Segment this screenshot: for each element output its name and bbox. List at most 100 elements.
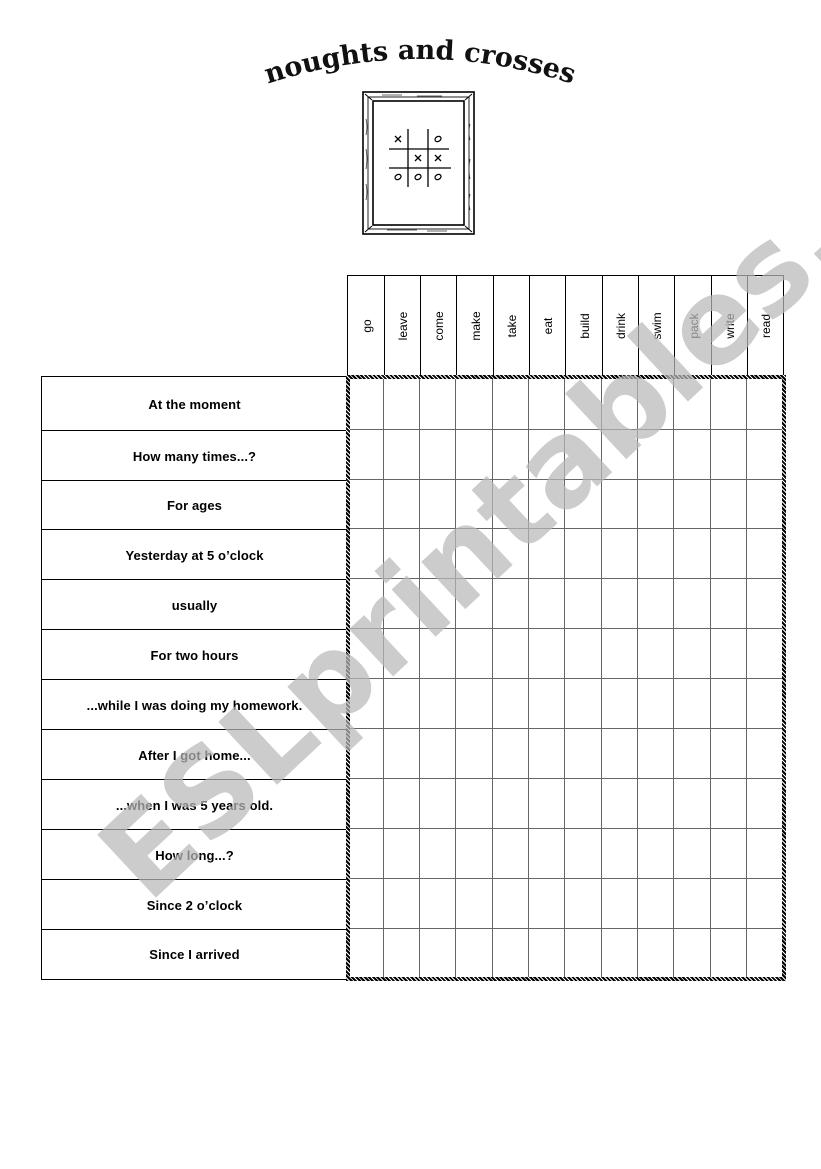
answer-cell[interactable] — [711, 729, 747, 779]
answer-cell[interactable] — [493, 729, 529, 779]
answer-cell[interactable] — [420, 679, 456, 729]
answer-cell[interactable] — [529, 779, 565, 829]
answer-cell[interactable] — [493, 529, 529, 579]
answer-cell[interactable] — [347, 729, 384, 779]
answer-cell[interactable] — [602, 929, 638, 979]
answer-cell[interactable] — [529, 529, 565, 579]
answer-cell[interactable] — [456, 629, 493, 679]
answer-cell[interactable] — [420, 480, 456, 529]
answer-cell[interactable] — [565, 376, 602, 430]
answer-cell[interactable] — [565, 579, 602, 629]
answer-cell[interactable] — [674, 376, 711, 430]
answer-cell[interactable] — [347, 579, 384, 629]
answer-cell[interactable] — [347, 829, 384, 879]
answer-cell[interactable] — [347, 480, 384, 529]
answer-cell[interactable] — [638, 430, 674, 480]
answer-cell[interactable] — [674, 729, 711, 779]
answer-cell[interactable] — [493, 679, 529, 729]
answer-cell[interactable] — [711, 376, 747, 430]
answer-cell[interactable] — [420, 729, 456, 779]
answer-cell[interactable] — [384, 376, 420, 430]
answer-cell[interactable] — [602, 480, 638, 529]
answer-cell[interactable] — [747, 579, 783, 629]
answer-cell[interactable] — [347, 779, 384, 829]
answer-cell[interactable] — [529, 376, 565, 430]
answer-cell[interactable] — [456, 829, 493, 879]
answer-cell[interactable] — [711, 829, 747, 879]
answer-cell[interactable] — [674, 929, 711, 979]
answer-cell[interactable] — [747, 430, 783, 480]
answer-cell[interactable] — [711, 629, 747, 679]
answer-cell[interactable] — [493, 879, 529, 929]
answer-cell[interactable] — [493, 376, 529, 430]
answer-cell[interactable] — [711, 529, 747, 579]
answer-cell[interactable] — [638, 679, 674, 729]
answer-cell[interactable] — [602, 376, 638, 430]
answer-cell[interactable] — [493, 430, 529, 480]
answer-cell[interactable] — [747, 829, 783, 879]
answer-cell[interactable] — [493, 480, 529, 529]
answer-cell[interactable] — [674, 480, 711, 529]
answer-cell[interactable] — [529, 679, 565, 729]
answer-cell[interactable] — [711, 879, 747, 929]
answer-cell[interactable] — [456, 729, 493, 779]
answer-cell[interactable] — [565, 729, 602, 779]
answer-cell[interactable] — [529, 929, 565, 979]
answer-cell[interactable] — [384, 480, 420, 529]
answer-cell[interactable] — [602, 529, 638, 579]
answer-cell[interactable] — [347, 679, 384, 729]
answer-cell[interactable] — [602, 579, 638, 629]
answer-cell[interactable] — [602, 629, 638, 679]
answer-cell[interactable] — [420, 929, 456, 979]
answer-cell[interactable] — [674, 679, 711, 729]
answer-cell[interactable] — [347, 929, 384, 979]
answer-cell[interactable] — [674, 579, 711, 629]
answer-cell[interactable] — [602, 729, 638, 779]
answer-cell[interactable] — [420, 376, 456, 430]
answer-cell[interactable] — [602, 829, 638, 879]
answer-cell[interactable] — [711, 929, 747, 979]
answer-cell[interactable] — [638, 376, 674, 430]
answer-cell[interactable] — [638, 929, 674, 979]
answer-cell[interactable] — [529, 629, 565, 679]
answer-cell[interactable] — [565, 629, 602, 679]
answer-cell[interactable] — [420, 579, 456, 629]
answer-cell[interactable] — [347, 430, 384, 480]
answer-cell[interactable] — [384, 679, 420, 729]
answer-cell[interactable] — [747, 376, 783, 430]
answer-cell[interactable] — [674, 629, 711, 679]
answer-cell[interactable] — [711, 679, 747, 729]
answer-cell[interactable] — [565, 480, 602, 529]
answer-cell[interactable] — [529, 879, 565, 929]
answer-cell[interactable] — [747, 879, 783, 929]
answer-cell[interactable] — [747, 679, 783, 729]
answer-cell[interactable] — [711, 579, 747, 629]
answer-cell[interactable] — [565, 879, 602, 929]
answer-cell[interactable] — [420, 779, 456, 829]
answer-cell[interactable] — [638, 480, 674, 529]
answer-cell[interactable] — [384, 529, 420, 579]
answer-cell[interactable] — [674, 779, 711, 829]
answer-cell[interactable] — [493, 629, 529, 679]
answer-cell[interactable] — [420, 430, 456, 480]
answer-cell[interactable] — [602, 679, 638, 729]
answer-cell[interactable] — [493, 829, 529, 879]
answer-cell[interactable] — [384, 729, 420, 779]
answer-cell[interactable] — [420, 879, 456, 929]
answer-cell[interactable] — [493, 579, 529, 629]
answer-cell[interactable] — [565, 779, 602, 829]
answer-cell[interactable] — [456, 879, 493, 929]
answer-cell[interactable] — [384, 579, 420, 629]
answer-cell[interactable] — [493, 779, 529, 829]
answer-cell[interactable] — [420, 529, 456, 579]
answer-cell[interactable] — [565, 679, 602, 729]
answer-cell[interactable] — [747, 480, 783, 529]
answer-cell[interactable] — [456, 579, 493, 629]
answer-cell[interactable] — [529, 579, 565, 629]
answer-cell[interactable] — [711, 779, 747, 829]
answer-cell[interactable] — [529, 430, 565, 480]
answer-cell[interactable] — [638, 629, 674, 679]
answer-cell[interactable] — [565, 430, 602, 480]
answer-cell[interactable] — [456, 480, 493, 529]
answer-cell[interactable] — [674, 430, 711, 480]
